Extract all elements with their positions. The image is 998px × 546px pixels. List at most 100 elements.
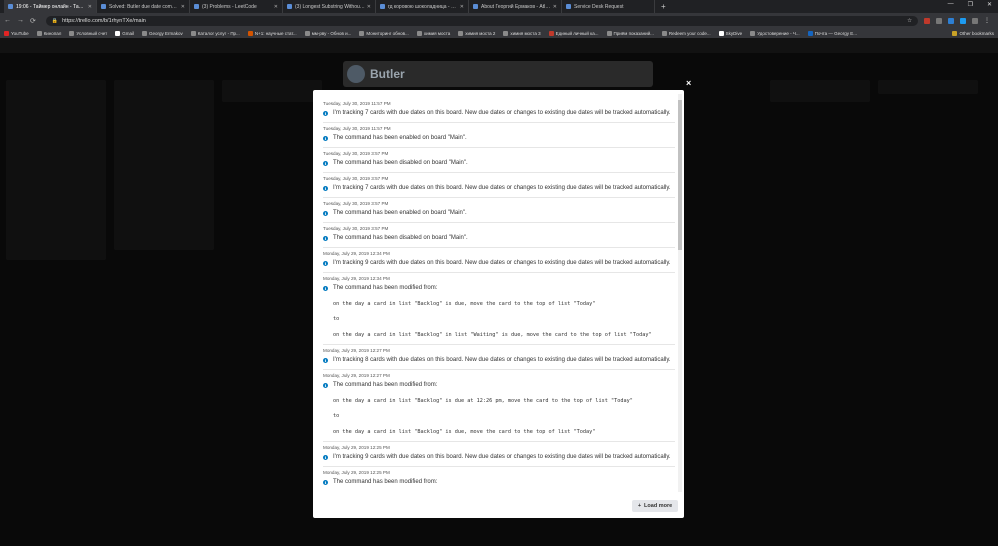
tab-close-icon[interactable]: ✕ [367,4,371,10]
log-entry: Tuesday, July 30, 2019 3:57 PM i The comm… [323,148,675,173]
load-more-button[interactable]: + Load more [632,500,678,512]
extensions-area: ⋮ [924,17,990,24]
tab-favicon-icon [287,4,292,9]
log-entry: Monday, July 29, 2019 12:34 PM i I'm trac… [323,248,675,273]
bookmark-favicon-icon [36,30,42,36]
info-icon: i [323,210,328,216]
bookmark-favicon-icon [190,30,196,36]
tab-timer[interactable]: 19:06 - Таймер онлайн - Тайм... ✕ [4,0,97,13]
tab-atlassian[interactable]: About Георгий Ермаков - Atlas... ✕ [469,0,562,13]
log-entry: Tuesday, July 30, 2019 3:57 PM i The comm… [323,223,675,248]
bookmark-item[interactable]: Мониторинг обнов... [359,30,409,36]
bookmark-favicon-icon [247,30,253,36]
minimize-button[interactable]: — [948,1,954,8]
log-entry: Monday, July 29, 2019 12:27 PM i The comm… [323,370,675,442]
bookmark-item[interactable]: химия моста 3 [503,30,541,36]
close-window-button[interactable]: ✕ [987,1,992,8]
tab-close-icon[interactable]: ✕ [553,4,557,10]
info-icon: i [323,382,328,388]
log-message: The command has been disabled on board "… [333,160,468,166]
tab-google-search[interactable]: гд коровою шоколадница - Go... ✕ [376,0,469,13]
tab-label: (3) Longest Substring Without R... [295,3,365,10]
scrollbar-thumb[interactable] [678,100,682,250]
log-message: The command has been modified from: [333,382,438,388]
log-message: The command has been enabled on board "M… [333,135,467,141]
log-date: Tuesday, July 30, 2019 11:57 PM [323,101,391,106]
bookmark-item[interactable]: химия моста [416,30,450,36]
extension-icon[interactable] [936,17,942,24]
extension-icon[interactable] [924,17,930,24]
log-message: I'm tracking 7 cards with due dates on t… [333,185,671,191]
bookmark-item[interactable]: Удостоверение - Ч... [750,30,800,36]
bookmark-item[interactable]: Georgy Ermakov [141,30,183,36]
log-message: The command has been modified from: [333,479,438,485]
tab-label: About Георгий Ермаков - Atlas... [481,3,551,10]
lock-icon: 🔒 [51,17,59,24]
bookmark-item[interactable]: Приём показаний... [606,30,654,36]
bookmark-item[interactable]: N+1: научные стат... [247,30,297,36]
maximize-button[interactable]: ❐ [968,1,973,8]
log-entry: Tuesday, July 30, 2019 11:57 PM i I'm tra… [323,98,675,123]
url-text: https://trello.com/b/1rhynTXe/main [62,17,146,24]
bookmark-favicon-icon [304,30,310,36]
bookmark-star-icon[interactable]: ☆ [907,18,912,24]
bookmark-item[interactable]: Почта — Georgy E... [807,30,857,36]
new-tab-button[interactable]: + [655,2,672,11]
extension-icon[interactable] [972,17,978,24]
log-message: The command has been disabled on board "… [333,235,468,241]
bookmark-item[interactable]: Redeem your code... [661,30,711,36]
bookmark-item[interactable]: YouTube [4,30,29,36]
tab-close-icon[interactable]: ✕ [88,4,92,10]
bookmark-favicon-icon [606,30,612,36]
butler-logo-icon [347,65,365,83]
log-date: Monday, July 29, 2019 12:34 PM [323,251,390,256]
butler-title: Butler [370,67,405,81]
tab-butler-solved[interactable]: Solved: Butler due date comma... ✕ [97,0,190,13]
bookmark-item[interactable]: Gmail [115,30,134,36]
extension-icon[interactable] [948,17,954,24]
tab-service-desk[interactable]: Service Desk Request [562,0,655,13]
menu-dots-icon[interactable]: ⋮ [984,18,990,24]
command-log: Tuesday, July 30, 2019 11:57 PM i I'm tra… [323,98,675,496]
log-message: The command has been modified from: [333,285,438,291]
tab-favicon-icon [473,4,478,9]
tab-favicon-icon [194,4,199,9]
tab-favicon-icon [8,4,13,9]
bookmark-item[interactable]: Единый личный ка... [548,30,599,36]
tab-close-icon[interactable]: ✕ [460,4,464,10]
log-message: I'm tracking 9 cards with due dates on t… [333,454,671,460]
back-arrow-icon[interactable]: ← [4,17,11,24]
bookmark-item[interactable]: Кинопал [36,30,61,36]
tab-longest-substring[interactable]: (3) Longest Substring Without R... ✕ [283,0,376,13]
log-entry: Monday, July 29, 2019 12:34 PM i The comm… [323,273,675,345]
tab-leetcode[interactable]: (3) Problems - LeetCode ✕ [190,0,283,13]
extension-icon[interactable] [960,17,966,24]
tab-label: Solved: Butler due date comma... [109,3,179,10]
tab-label: 19:06 - Таймер онлайн - Тайм... [16,3,86,10]
log-entry: Monday, July 29, 2019 12:27 PM i I'm trac… [323,345,675,370]
tab-close-icon[interactable]: ✕ [181,4,185,10]
bookmark-item[interactable]: Условный счет [69,30,107,36]
bookmark-favicon-icon [661,30,667,36]
tab-label: гд коровою шоколадница - Go... [388,3,458,10]
log-date: Monday, July 29, 2019 12:25 PM [323,445,390,450]
gmail-icon [115,30,121,36]
info-icon: i [323,135,328,141]
log-date: Monday, July 29, 2019 12:34 PM [323,276,390,281]
command-to-label: to [333,316,340,322]
bookmark-item[interactable]: мм-рву - Обнов и... [304,30,351,36]
bookmark-item[interactable]: Каталог услуг - Пр... [190,30,240,36]
log-scrollbar[interactable] [678,94,682,492]
tab-close-icon[interactable]: ✕ [274,4,278,10]
tab-favicon-icon [101,4,106,9]
log-date: Tuesday, July 30, 2019 11:57 PM [323,126,391,131]
url-input[interactable]: 🔒 https://trello.com/b/1rhynTXe/main ☆ [45,15,918,26]
forward-arrow-icon[interactable]: → [17,17,24,24]
other-bookmarks[interactable]: Other bookmarks [952,30,994,36]
close-icon[interactable]: × [686,78,691,88]
bookmark-favicon-icon [503,30,509,36]
bookmark-item[interactable]: SkyDive [718,30,742,36]
bookmark-item[interactable]: химия моста 2 [458,30,495,36]
reload-icon[interactable]: ⟳ [30,17,36,25]
folder-icon [952,30,958,36]
